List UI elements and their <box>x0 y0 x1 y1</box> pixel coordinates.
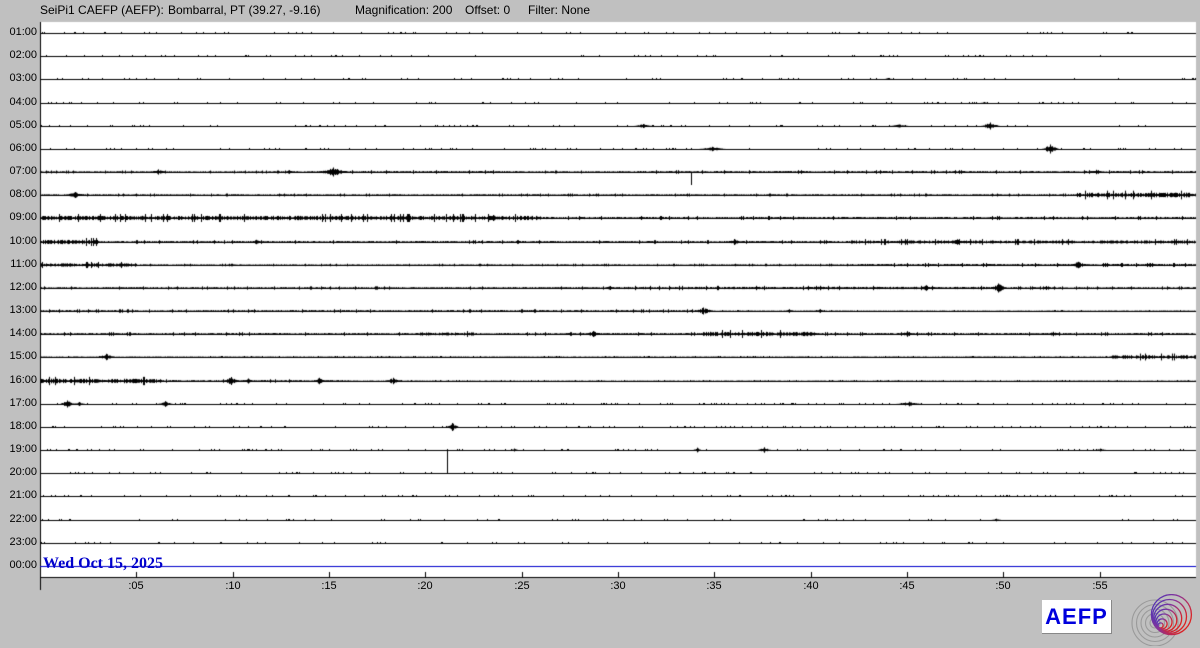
hour-label: 00:00 <box>9 559 37 571</box>
hour-label: 09:00 <box>9 211 37 223</box>
minute-tick-label: :05 <box>128 580 144 592</box>
minute-tick-label: :15 <box>321 580 337 592</box>
minute-tick-label: :25 <box>514 580 530 592</box>
seismic-spiral-icon <box>1131 594 1193 646</box>
hour-label: 12:00 <box>9 281 37 293</box>
hour-label: 17:00 <box>9 397 37 409</box>
hour-label: 05:00 <box>9 119 37 131</box>
minute-tick-label: :55 <box>1092 580 1108 592</box>
hour-label: 11:00 <box>10 258 37 270</box>
minute-tick-label: :35 <box>706 580 722 592</box>
helicorder-window: SeiPi1 CAEFP (AEFP): Bombarral, PT (39.2… <box>0 0 1200 648</box>
hour-label: 22:00 <box>9 513 37 525</box>
date-label: Wed Oct 15, 2025 <box>43 555 163 572</box>
hour-label: 10:00 <box>9 235 37 247</box>
hour-label: 08:00 <box>9 188 37 200</box>
hour-label: 06:00 <box>9 142 37 154</box>
minute-tick-label: :50 <box>995 580 1011 592</box>
hour-label: 21:00 <box>9 489 37 501</box>
hour-label: 02:00 <box>9 49 37 61</box>
helicorder-plot-canvas[interactable] <box>0 0 1200 648</box>
hour-label: 13:00 <box>9 304 37 316</box>
hour-label: 01:00 <box>9 26 37 38</box>
minute-tick-label: :10 <box>225 580 241 592</box>
hour-label: 07:00 <box>9 165 37 177</box>
hour-label: 04:00 <box>9 96 37 108</box>
minute-tick-label: :40 <box>803 580 819 592</box>
aefp-logo-text: AEFP <box>1045 603 1108 629</box>
hour-label: 03:00 <box>9 72 37 84</box>
hour-label: 23:00 <box>9 536 37 548</box>
hour-label: 19:00 <box>9 443 37 455</box>
minute-tick-label: :20 <box>417 580 433 592</box>
hour-label: 14:00 <box>9 327 37 339</box>
hour-label: 16:00 <box>9 374 37 386</box>
hour-label: 15:00 <box>9 350 37 362</box>
minute-tick-label: :45 <box>899 580 915 592</box>
hour-label: 18:00 <box>9 420 37 432</box>
hour-label: 20:00 <box>9 466 37 478</box>
aefp-logo: AEFP <box>1042 600 1112 634</box>
minute-tick-label: :30 <box>610 580 626 592</box>
